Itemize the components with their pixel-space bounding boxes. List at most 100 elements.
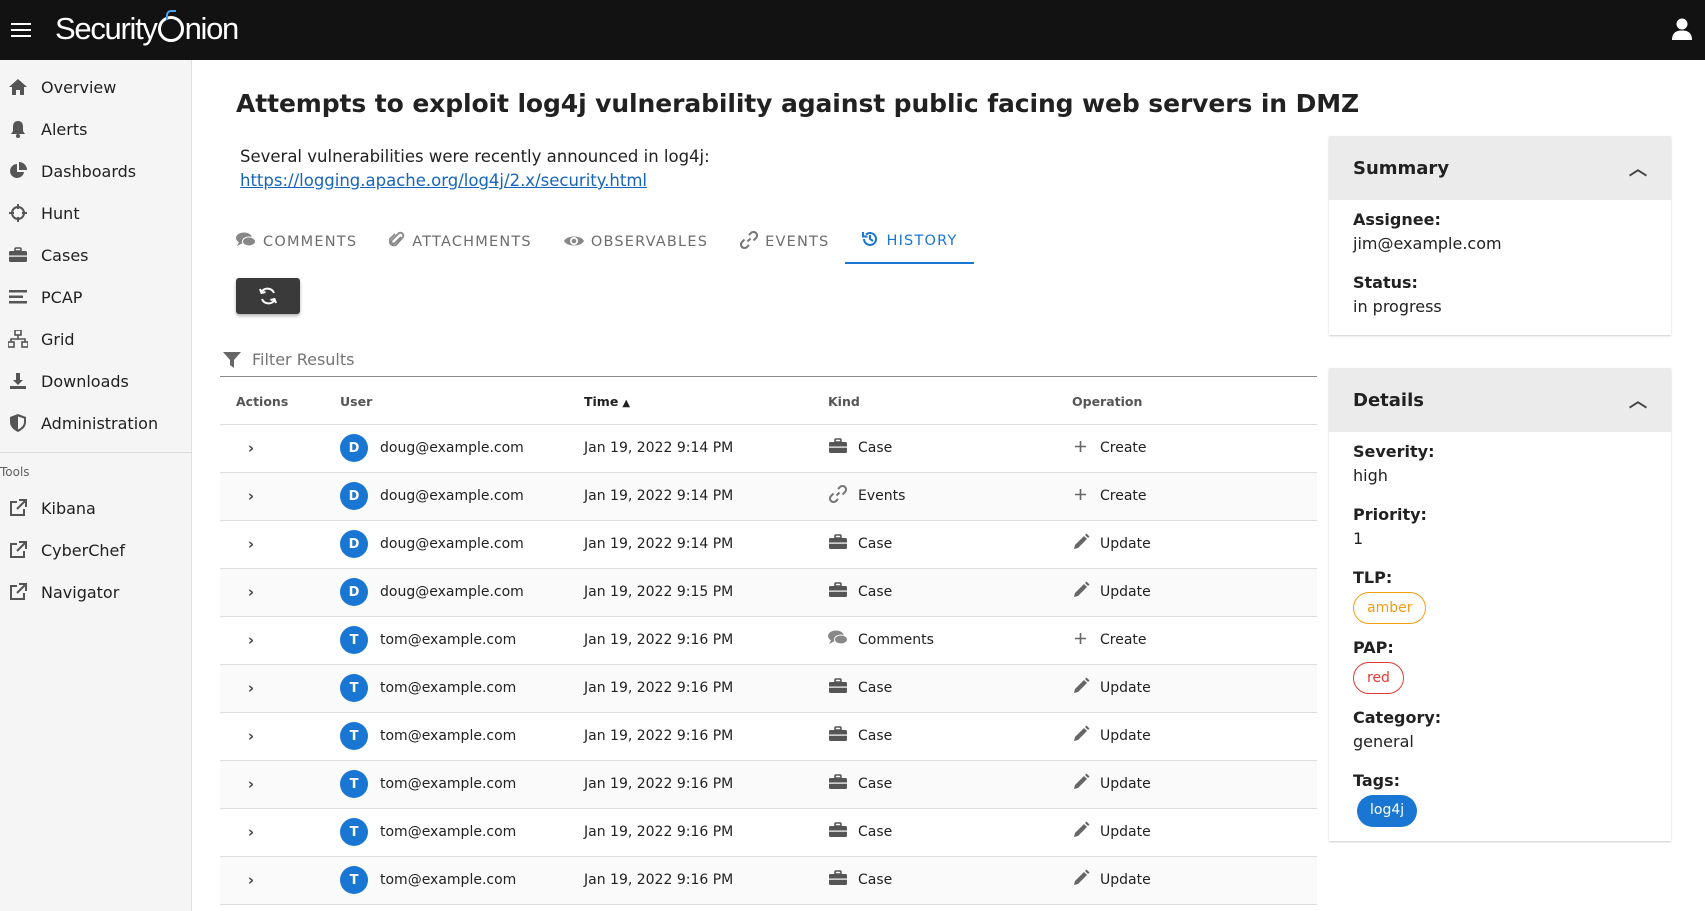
user-email: tom@example.com <box>380 728 517 744</box>
table-row[interactable]: › Ddoug@example.com Jan 19, 2022 9:15 PM… <box>220 568 1317 617</box>
nav-item-administration[interactable]: Administration <box>0 402 191 444</box>
operation-label: Create <box>1100 440 1147 456</box>
summary-header[interactable]: Summary ︿ <box>1329 136 1671 200</box>
description-link[interactable]: https://logging.apache.org/log4j/2.x/sec… <box>240 171 647 190</box>
actions-cell: › <box>220 616 340 665</box>
pie-chart-icon <box>7 160 29 182</box>
chevron-right-icon[interactable]: › <box>240 821 262 843</box>
nav-item-dashboards[interactable]: Dashboards <box>0 150 191 192</box>
filter-input[interactable] <box>252 350 1152 369</box>
avatar: T <box>340 818 368 846</box>
chevron-up-icon[interactable]: ︿ <box>1629 155 1647 181</box>
table-row[interactable]: › Ddoug@example.com Jan 19, 2022 9:14 PM… <box>220 472 1317 521</box>
table-row[interactable]: › Ddoug@example.com Jan 19, 2022 9:14 PM… <box>220 424 1317 473</box>
chevron-right-icon[interactable]: › <box>240 677 262 699</box>
tab-events[interactable]: Events <box>724 220 845 264</box>
case-title: Attempts to exploit log4j vulnerability … <box>236 89 1360 118</box>
tab-observables[interactable]: Observables <box>548 220 724 264</box>
tlp-label: TLP: <box>1353 568 1393 587</box>
table-row[interactable]: › Ttom@example.com Jan 19, 2022 9:16 PM … <box>220 760 1317 809</box>
nav-item-label: Alerts <box>41 119 88 139</box>
actions-cell: › <box>220 712 340 761</box>
kind-label: Events <box>858 488 906 504</box>
chevron-right-icon[interactable]: › <box>240 533 262 555</box>
tab-comments[interactable]: Comments <box>220 220 373 264</box>
refresh-button[interactable] <box>236 278 300 314</box>
time-cell: Jan 19, 2022 9:14 PM <box>584 424 828 473</box>
kind-cell: Events <box>828 472 1072 521</box>
time-cell: Jan 19, 2022 9:14 PM <box>584 472 828 521</box>
tool-item-kibana[interactable]: Kibana <box>0 487 191 529</box>
chevron-right-icon[interactable]: › <box>240 485 262 507</box>
table-row[interactable]: › Ttom@example.com Jan 19, 2022 9:16 PM … <box>220 808 1317 857</box>
crosshairs-icon <box>7 202 29 224</box>
nav-item-hunt[interactable]: Hunt <box>0 192 191 234</box>
nav-item-overview[interactable]: Overview <box>0 66 191 108</box>
pencil-icon <box>1072 869 1090 891</box>
actions-cell: › <box>220 520 340 569</box>
chevron-right-icon[interactable]: › <box>240 773 262 795</box>
tool-item-label: Kibana <box>41 498 96 518</box>
briefcase-icon <box>828 534 848 554</box>
eye-icon <box>563 233 584 252</box>
actions-cell: › <box>220 424 340 473</box>
user-email: tom@example.com <box>380 632 517 648</box>
header-user[interactable]: User <box>340 380 584 425</box>
tag-chip[interactable]: log4j <box>1357 795 1418 827</box>
header-kind[interactable]: Kind <box>828 380 1072 425</box>
table-header-row: Actions User Time ▲ Kind Operation <box>220 380 1317 425</box>
pencil-icon <box>1072 533 1090 555</box>
header-actions[interactable]: Actions <box>220 380 340 425</box>
header-operation[interactable]: Operation <box>1072 380 1317 425</box>
operation-cell: Update <box>1072 568 1317 617</box>
nav-item-pcap[interactable]: PCAP <box>0 276 191 318</box>
user-cell: Ttom@example.com <box>340 664 584 713</box>
actions-cell: › <box>220 472 340 521</box>
briefcase-icon <box>828 678 848 698</box>
table-row[interactable]: › Ttom@example.com Jan 19, 2022 9:16 PM … <box>220 664 1317 713</box>
user-cell: Ddoug@example.com <box>340 568 584 617</box>
table-row[interactable]: › Ttom@example.com Jan 19, 2022 9:16 PM … <box>220 712 1317 761</box>
nav-item-alerts[interactable]: Alerts <box>0 108 191 150</box>
briefcase-icon <box>828 774 848 794</box>
time-cell: Jan 19, 2022 9:15 PM <box>584 568 828 617</box>
nav-item-cases[interactable]: Cases <box>0 234 191 276</box>
table-row[interactable]: › Ttom@example.com Jan 19, 2022 9:16 PM … <box>220 856 1317 905</box>
tab-attachments[interactable]: Attachments <box>373 220 548 264</box>
actions-cell: › <box>220 808 340 857</box>
nav-item-grid[interactable]: Grid <box>0 318 191 360</box>
menu-icon[interactable] <box>11 19 31 41</box>
operation-cell: Update <box>1072 808 1317 857</box>
user-email: doug@example.com <box>380 488 524 504</box>
chevron-right-icon[interactable]: › <box>240 869 262 891</box>
briefcase-icon <box>828 822 848 842</box>
chevron-right-icon[interactable]: › <box>240 437 262 459</box>
filter-icon[interactable] <box>220 351 244 368</box>
chevron-right-icon[interactable]: › <box>240 629 262 651</box>
kind-cell: Case <box>828 520 1072 569</box>
table-row[interactable]: › Ddoug@example.com Jan 19, 2022 9:14 PM… <box>220 520 1317 569</box>
tool-item-navigator[interactable]: Navigator <box>0 571 191 613</box>
logo[interactable]: Security nion <box>55 10 239 47</box>
nav-item-downloads[interactable]: Downloads <box>0 360 191 402</box>
chevron-right-icon[interactable]: › <box>240 581 262 603</box>
chevron-up-icon[interactable]: ︿ <box>1629 387 1647 413</box>
category-value: general <box>1353 732 1414 751</box>
details-title: Details <box>1353 389 1424 411</box>
user-icon[interactable] <box>1671 17 1693 41</box>
operation-label: Update <box>1100 680 1151 696</box>
tool-item-cyberchef[interactable]: CyberChef <box>0 529 191 571</box>
tab-history[interactable]: History <box>845 220 974 264</box>
actions-cell: › <box>220 760 340 809</box>
chevron-right-icon[interactable]: › <box>240 725 262 747</box>
tab-label: History <box>886 233 958 249</box>
network-icon <box>7 328 29 350</box>
details-header[interactable]: Details ︿ <box>1329 368 1671 432</box>
kind-cell: Case <box>828 568 1072 617</box>
pencil-icon <box>1072 677 1090 699</box>
kind-cell: Comments <box>828 616 1072 665</box>
refresh-icon <box>259 287 277 305</box>
table-row[interactable]: › Ttom@example.com Jan 19, 2022 9:16 PM … <box>220 616 1317 665</box>
header-time[interactable]: Time ▲ <box>584 380 828 425</box>
operation-cell: Update <box>1072 664 1317 713</box>
